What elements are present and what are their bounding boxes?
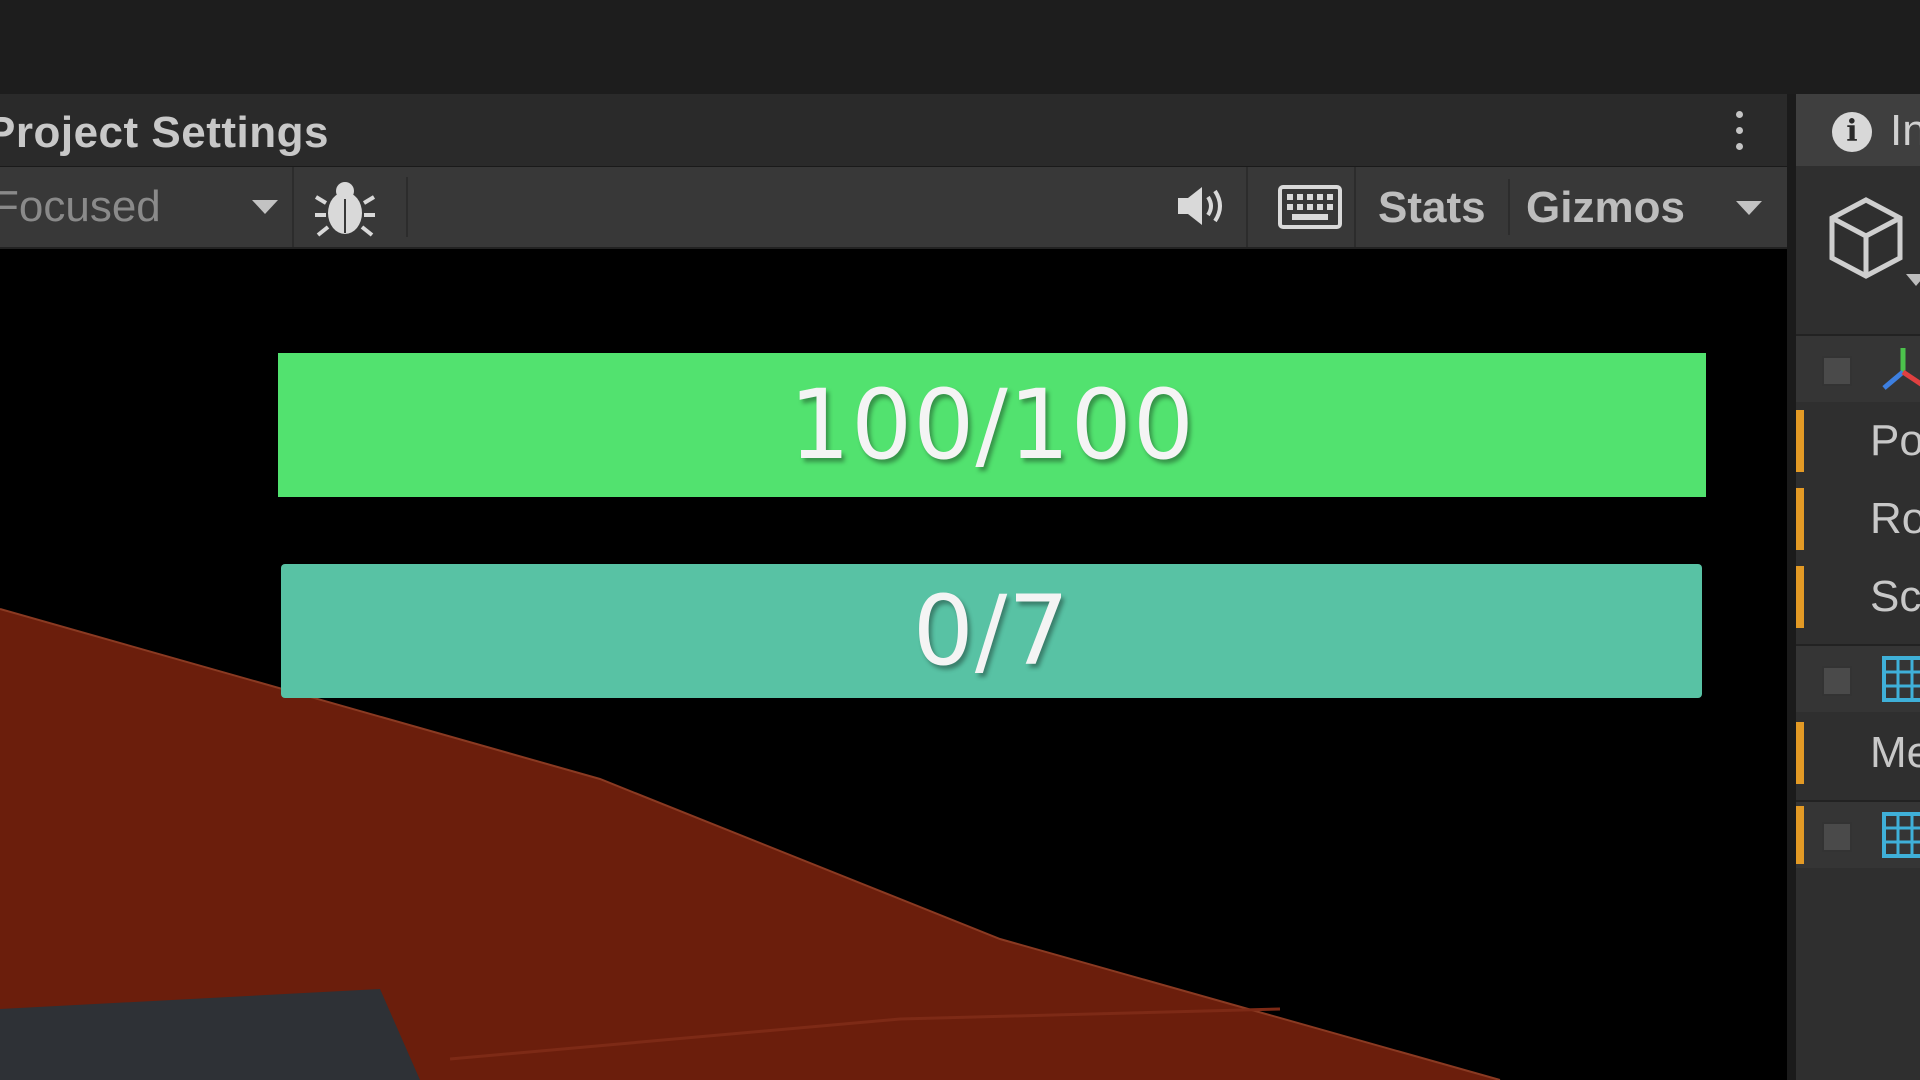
- info-icon: i: [1832, 112, 1872, 152]
- health-bar: 100/100: [278, 353, 1706, 497]
- stats-button[interactable]: Stats: [1378, 183, 1486, 233]
- speaker-icon: [1178, 187, 1222, 225]
- mesh-row[interactable]: Me: [1796, 718, 1920, 788]
- editor-top-strip: [0, 0, 1920, 94]
- kebab-dot: [1735, 142, 1743, 150]
- foldout-toggle[interactable]: [1822, 666, 1852, 696]
- toolbar-divider: [1508, 179, 1510, 235]
- health-bar-text: 100/100: [789, 369, 1195, 481]
- inspector-tab[interactable]: i In: [1796, 94, 1920, 166]
- rotation-row[interactable]: Ro: [1796, 484, 1920, 554]
- mesh-renderer-component-header[interactable]: [1796, 800, 1920, 868]
- position-row[interactable]: Po: [1796, 406, 1920, 476]
- foldout-toggle[interactable]: [1822, 822, 1852, 852]
- game-window-titlebar: Project Settings: [0, 94, 1787, 167]
- mesh-filter-component-header[interactable]: [1796, 644, 1920, 712]
- kebab-dot: [1735, 126, 1743, 134]
- override-indicator: [1796, 410, 1804, 472]
- keyboard-shortcuts-button[interactable]: [1268, 167, 1356, 247]
- debug-button[interactable]: [312, 177, 408, 237]
- rotation-label: Ro: [1870, 494, 1920, 543]
- game-view-toolbar: Focused Stats Gizmos: [0, 167, 1787, 249]
- unity-editor: Project Settings Focused Stats Gizmos 10…: [0, 0, 1920, 1080]
- bug-icon: [314, 182, 376, 237]
- chevron-down-icon: [252, 200, 278, 214]
- override-indicator: [1796, 806, 1804, 864]
- mesh-label: Me: [1870, 728, 1920, 777]
- object-menu-chevron-icon[interactable]: [1906, 274, 1920, 286]
- gizmos-button[interactable]: Gizmos: [1526, 183, 1685, 233]
- override-indicator: [1796, 566, 1804, 628]
- cube-icon: [1829, 197, 1903, 279]
- focus-mode-label: Focused: [0, 182, 161, 231]
- override-indicator: [1796, 488, 1804, 550]
- mesh-grid-icon: [1882, 656, 1920, 702]
- scale-label: Sc: [1870, 572, 1920, 621]
- window-title[interactable]: Project Settings: [0, 108, 329, 158]
- inspector-tab-label: In: [1890, 106, 1920, 155]
- scale-row[interactable]: Sc: [1796, 562, 1920, 632]
- mute-audio-button[interactable]: [1160, 167, 1248, 247]
- gizmos-dropdown-chevron-icon[interactable]: [1736, 201, 1762, 215]
- position-label: Po: [1870, 416, 1920, 465]
- kebab-dot: [1735, 110, 1743, 118]
- progress-bar-text: 0/7: [912, 575, 1071, 687]
- kebab-menu-icon[interactable]: [1733, 106, 1745, 154]
- mesh-renderer-grid-icon: [1882, 812, 1920, 858]
- collectible-progress-bar: 0/7: [281, 564, 1702, 698]
- override-indicator: [1796, 722, 1804, 784]
- inspector-panel: i In Po Ro Sc Me: [1790, 94, 1920, 1080]
- transform-axes-icon: [1882, 348, 1920, 390]
- transform-component-header[interactable]: [1796, 334, 1920, 402]
- keyboard-icon: [1278, 185, 1342, 229]
- foldout-toggle[interactable]: [1822, 356, 1852, 386]
- inspector-body: Po Ro Sc Me: [1796, 166, 1920, 1080]
- focus-mode-dropdown[interactable]: Focused: [0, 167, 294, 247]
- game-viewport[interactable]: 100/100 0/7: [0, 249, 1787, 1080]
